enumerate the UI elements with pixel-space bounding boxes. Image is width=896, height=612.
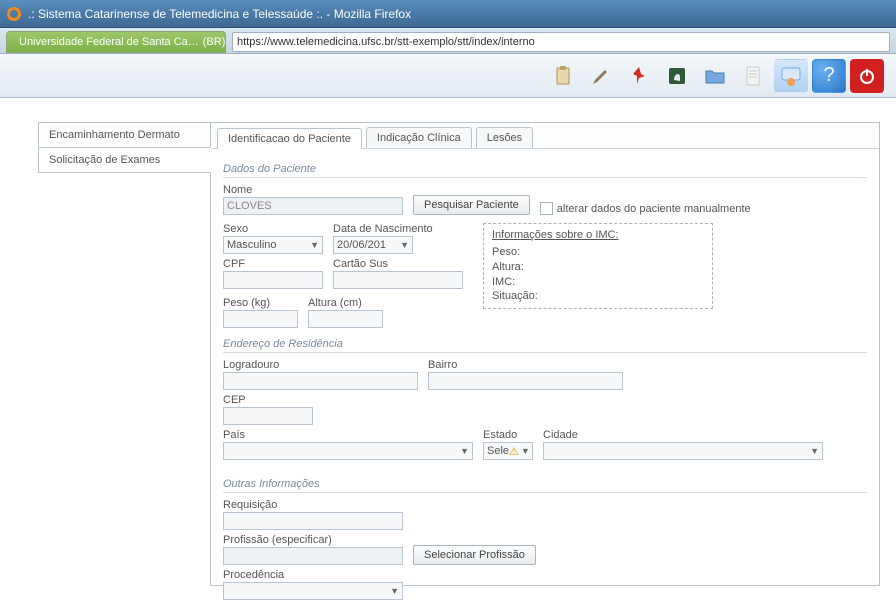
nav-solicitacao[interactable]: Solicitação de Exames [38, 147, 211, 173]
tab-identificacao[interactable]: Identificacao do Paciente [217, 128, 362, 149]
subtab-strip: Identificacao do Paciente Indicação Clín… [211, 123, 879, 149]
section-dados-title: Dados do Paciente [223, 163, 867, 178]
imc-title: Informações sobre o IMC: [492, 228, 704, 243]
logradouro-input[interactable] [223, 372, 418, 390]
tab-indicacao[interactable]: Indicação Clínica [366, 127, 472, 148]
profissao-label: Profissão (especificar) [223, 534, 403, 546]
cidade-label: Cidade [543, 429, 867, 441]
chevron-down-icon: ▼ [810, 446, 819, 456]
firefox-icon [6, 6, 22, 22]
data-nascimento-input[interactable]: 20/06/201 ▼ [333, 236, 413, 254]
altura-label: Altura (cm) [308, 297, 383, 309]
form-area: Dados do Paciente Nome Pesquisar Pacient… [211, 149, 879, 612]
power-icon[interactable] [850, 59, 884, 93]
estado-value: Sele [487, 445, 509, 457]
imc-situacao: Situação: [492, 289, 704, 304]
cartao-sus-input[interactable] [333, 271, 463, 289]
browser-tabbar: Universidade Federal de Santa Ca… (BR) h… [0, 28, 896, 54]
imc-imc: IMC: [492, 275, 704, 290]
cpf-label: CPF [223, 258, 323, 270]
data-value: 20/06/201 [337, 239, 386, 251]
folder-icon[interactable] [698, 59, 732, 93]
requisicao-label: Requisição [223, 499, 403, 511]
tab-lesoes[interactable]: Lesões [476, 127, 533, 148]
cartao-sus-label: Cartão Sus [333, 258, 463, 270]
cep-input[interactable] [223, 407, 313, 425]
imc-altura: Altura: [492, 260, 704, 275]
chevron-down-icon: ▼ [521, 446, 530, 456]
bairro-input[interactable] [428, 372, 623, 390]
sexo-value: Masculino [227, 239, 277, 251]
main-panel: Identificacao do Paciente Indicação Clín… [210, 122, 880, 586]
subtab-label: Lesões [487, 132, 522, 144]
chevron-down-icon: ▼ [390, 586, 399, 596]
left-nav: Encaminhamento Dermato Solicitação de Ex… [0, 122, 210, 586]
content-area: Encaminhamento Dermato Solicitação de Ex… [0, 98, 896, 586]
pais-select[interactable]: ▼ [223, 442, 473, 460]
estado-select[interactable]: Sele⚠▼ [483, 442, 533, 460]
window-titlebar: .: Sistema Catarinense de Telemedicina e… [0, 0, 896, 28]
window-title: .: Sistema Catarinense de Telemedicina e… [28, 7, 411, 21]
alterar-label: alterar dados do paciente manualmente [557, 203, 751, 215]
estado-label: Estado [483, 429, 533, 441]
data-nascimento-label: Data de Nascimento [333, 223, 433, 235]
imc-info-box: Informações sobre o IMC: Peso: Altura: I… [483, 223, 713, 309]
nome-label: Nome [223, 184, 403, 196]
sexo-label: Sexo [223, 223, 323, 235]
tab-label: Universidade Federal de Santa Ca… [19, 36, 199, 48]
logradouro-label: Logradouro [223, 359, 418, 371]
bairro-label: Bairro [428, 359, 623, 371]
peso-input[interactable] [223, 310, 298, 328]
cidade-select[interactable]: ▼ [543, 442, 823, 460]
pen-icon[interactable] [584, 59, 618, 93]
peso-label: Peso (kg) [223, 297, 298, 309]
tab-suffix: (BR) [203, 36, 226, 48]
nav-encaminhamento[interactable]: Encaminhamento Dermato [38, 122, 210, 148]
url-text: https://www.telemedicina.ufsc.br/stt-exe… [237, 36, 535, 48]
requisicao-input[interactable] [223, 512, 403, 530]
hand-icon[interactable] [660, 59, 694, 93]
nome-input[interactable] [223, 197, 403, 215]
procedencia-select[interactable]: ▼ [223, 582, 403, 600]
chevron-down-icon: ▼ [310, 240, 319, 250]
sexo-select[interactable]: Masculino ▼ [223, 236, 323, 254]
selecionar-profissao-button[interactable]: Selecionar Profissão [413, 545, 536, 565]
document-icon[interactable] [736, 59, 770, 93]
cep-label: CEP [223, 394, 313, 406]
pais-label: País [223, 429, 473, 441]
pin-icon[interactable] [622, 59, 656, 93]
imc-peso: Peso: [492, 245, 704, 260]
section-endereco-title: Endereço de Residência [223, 338, 867, 353]
clipboard-icon[interactable] [546, 59, 580, 93]
pesquisar-paciente-button[interactable]: Pesquisar Paciente [413, 195, 530, 215]
section-outras-title: Outras Informações [223, 478, 867, 493]
nav-item-label: Solicitação de Exames [49, 154, 160, 166]
altura-input[interactable] [308, 310, 383, 328]
nav-item-label: Encaminhamento Dermato [49, 129, 180, 141]
help-icon[interactable]: ? [812, 59, 846, 93]
procedencia-label: Procedência [223, 569, 403, 581]
chevron-down-icon: ▼ [460, 446, 469, 456]
address-bar[interactable]: https://www.telemedicina.ufsc.br/stt-exe… [232, 32, 890, 52]
subtab-label: Identificacao do Paciente [228, 133, 351, 145]
app-toolbar: ? [0, 54, 896, 98]
profissao-input[interactable] [223, 547, 403, 565]
cpf-input[interactable] [223, 271, 323, 289]
browser-tab[interactable]: Universidade Federal de Santa Ca… (BR) [6, 31, 226, 53]
alterar-checkbox[interactable] [540, 202, 553, 215]
subtab-label: Indicação Clínica [377, 132, 461, 144]
user-icon[interactable] [774, 59, 808, 93]
warning-icon: ⚠ [509, 445, 519, 458]
chevron-down-icon: ▼ [400, 240, 409, 250]
